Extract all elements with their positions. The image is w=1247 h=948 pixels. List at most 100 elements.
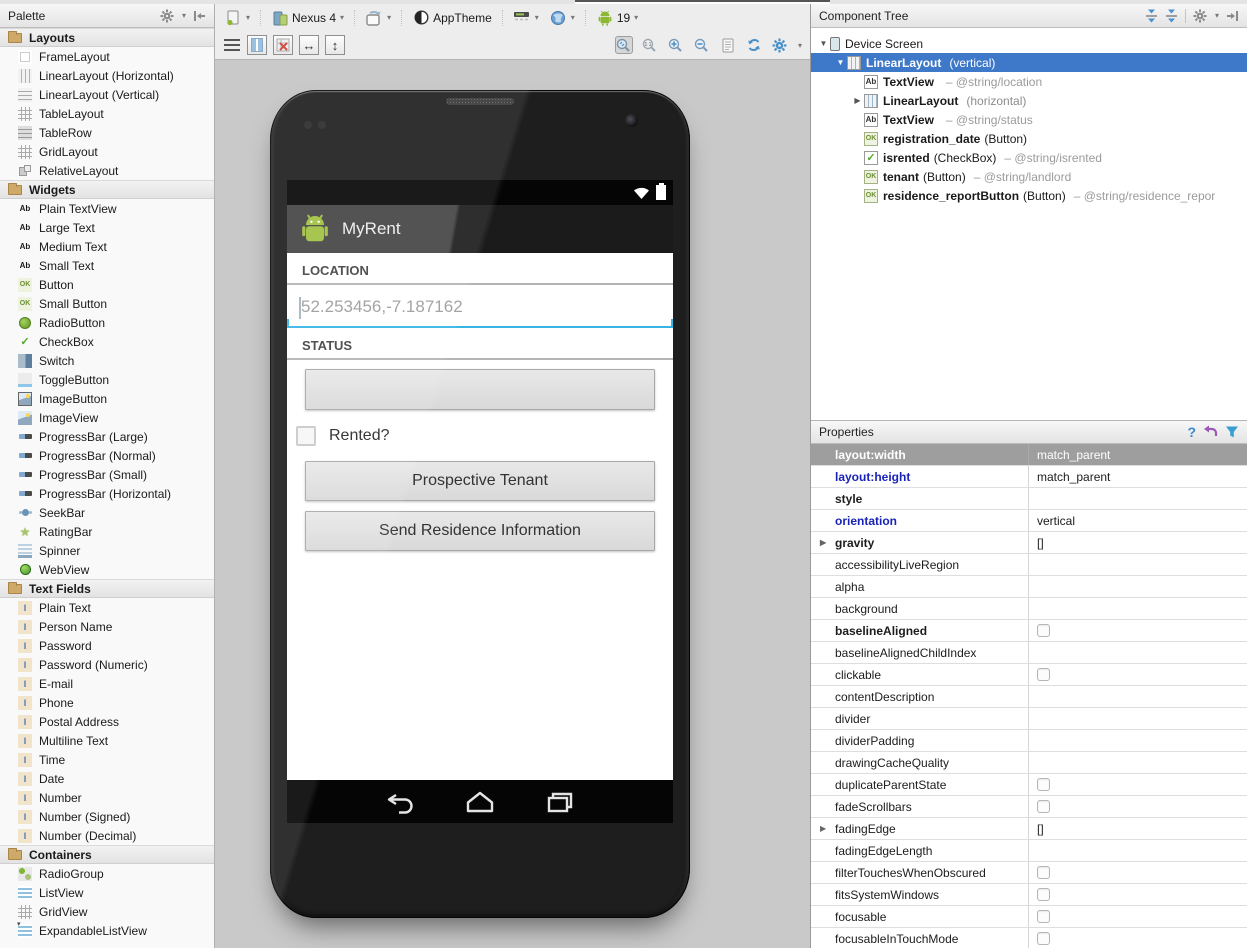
- palette-row[interactable]: Date: [0, 769, 214, 788]
- property-value[interactable]: match_parent: [1028, 466, 1247, 487]
- property-row[interactable]: ▶ fadeScrollbars: [811, 796, 1247, 818]
- tree-expander-icon[interactable]: ▼: [817, 39, 830, 48]
- palette-row[interactable]: ImageButton: [0, 389, 214, 408]
- component-tree-row[interactable]: tenant (Button) – @string/landlord: [811, 167, 1247, 186]
- palette-row[interactable]: RatingBar: [0, 522, 214, 541]
- palette-row[interactable]: ExpandableListView: [0, 920, 214, 940]
- property-value[interactable]: [1028, 642, 1247, 663]
- palette-row[interactable]: TableRow: [0, 123, 214, 142]
- location-input[interactable]: [287, 288, 673, 326]
- property-row[interactable]: ▶ background: [811, 598, 1247, 620]
- property-checkbox[interactable]: [1037, 800, 1050, 813]
- property-checkbox[interactable]: [1037, 932, 1050, 945]
- zoom-out-icon[interactable]: [693, 36, 711, 54]
- property-row[interactable]: ▶ layout:height match_parent: [811, 466, 1247, 488]
- back-icon[interactable]: [383, 790, 417, 814]
- palette-row[interactable]: Widgets: [0, 180, 214, 199]
- palette-row[interactable]: ListView: [0, 883, 214, 902]
- property-value[interactable]: [1028, 774, 1247, 795]
- rented-checkbox-row[interactable]: Rented?: [296, 424, 673, 448]
- property-row[interactable]: ▶ duplicateParentState: [811, 774, 1247, 796]
- palette-row[interactable]: GridView: [0, 902, 214, 921]
- collapse-all-icon[interactable]: [1165, 9, 1178, 23]
- palette-row[interactable]: CheckBox: [0, 332, 214, 351]
- palette-row[interactable]: RelativeLayout: [0, 161, 214, 180]
- palette-row[interactable]: Multiline Text: [0, 731, 214, 750]
- locale-button[interactable]: ▾: [546, 7, 578, 29]
- status-section-label[interactable]: STATUS: [287, 328, 673, 360]
- property-value[interactable]: [1028, 796, 1247, 817]
- zoom-actual-icon[interactable]: 1:1: [641, 36, 659, 54]
- palette-row[interactable]: ProgressBar (Horizontal): [0, 484, 214, 503]
- palette-row[interactable]: Number (Decimal): [0, 826, 214, 845]
- location-edittext[interactable]: [287, 288, 673, 328]
- filter-icon[interactable]: [1225, 425, 1239, 439]
- zoom-in-icon[interactable]: [667, 36, 685, 54]
- property-value[interactable]: [1028, 598, 1247, 619]
- property-row[interactable]: ▶ style: [811, 488, 1247, 510]
- property-row[interactable]: ▶ divider: [811, 708, 1247, 730]
- property-value[interactable]: [1028, 730, 1247, 751]
- location-section-label[interactable]: LOCATION: [287, 253, 673, 285]
- palette-row[interactable]: Person Name: [0, 617, 214, 636]
- component-tree-row[interactable]: ▼ Device Screen: [811, 34, 1247, 53]
- property-row[interactable]: ▶ fadingEdge []: [811, 818, 1247, 840]
- property-value[interactable]: [1028, 884, 1247, 905]
- property-value[interactable]: [1028, 840, 1247, 861]
- palette-row[interactable]: Medium Text: [0, 237, 214, 256]
- property-checkbox[interactable]: [1037, 866, 1050, 879]
- property-row[interactable]: ▶ accessibilityLiveRegion: [811, 554, 1247, 576]
- configuration-chooser-button[interactable]: ▾: [221, 7, 253, 29]
- palette-row[interactable]: Time: [0, 750, 214, 769]
- palette-row[interactable]: Large Text: [0, 218, 214, 237]
- palette-row[interactable]: ImageView: [0, 408, 214, 427]
- canvas-settings-gear-icon[interactable]: [771, 36, 789, 54]
- design-canvas[interactable]: MyRent LOCATION STATUS Rented? Pr: [215, 60, 810, 948]
- component-tree-row[interactable]: ▼ LinearLayout (vertical): [811, 53, 1247, 72]
- palette-row[interactable]: Small Text: [0, 256, 214, 275]
- theme-button[interactable]: AppTheme: [409, 7, 495, 29]
- home-icon[interactable]: [463, 790, 497, 814]
- property-value[interactable]: [1028, 906, 1247, 927]
- component-tree-row[interactable]: TextView – @string/location: [811, 72, 1247, 91]
- recents-icon[interactable]: [543, 790, 577, 814]
- property-value[interactable]: [1028, 752, 1247, 773]
- property-value[interactable]: []: [1028, 818, 1247, 839]
- send-residence-information-button[interactable]: Send Residence Information: [305, 511, 655, 551]
- palette-row[interactable]: RadioGroup: [0, 864, 214, 883]
- palette-row[interactable]: Plain TextView: [0, 199, 214, 218]
- palette-row[interactable]: TableLayout: [0, 104, 214, 123]
- property-expander-icon[interactable]: ▶: [820, 824, 826, 833]
- property-row[interactable]: ▶ alpha: [811, 576, 1247, 598]
- property-checkbox[interactable]: [1037, 910, 1050, 923]
- palette-row[interactable]: Switch: [0, 351, 214, 370]
- fit-width-icon[interactable]: ↔: [299, 35, 319, 55]
- tree-expander-icon[interactable]: ▶: [851, 96, 864, 105]
- component-tree-row[interactable]: ▶ LinearLayout (horizontal): [811, 91, 1247, 110]
- palette-row[interactable]: SeekBar: [0, 503, 214, 522]
- property-row[interactable]: ▶ focusable: [811, 906, 1247, 928]
- property-value[interactable]: [1028, 708, 1247, 729]
- property-value[interactable]: [1028, 686, 1247, 707]
- palette-row[interactable]: Postal Address: [0, 712, 214, 731]
- remove-preview-icon[interactable]: [273, 35, 293, 55]
- palette-row[interactable]: Small Button: [0, 294, 214, 313]
- palette-row[interactable]: Containers: [0, 845, 214, 864]
- refresh-icon[interactable]: [745, 36, 763, 54]
- palette-row[interactable]: Number (Signed): [0, 807, 214, 826]
- property-row[interactable]: ▶ contentDescription: [811, 686, 1247, 708]
- api-version-button[interactable]: 19 ▾: [593, 7, 641, 29]
- orientation-button[interactable]: ▾: [362, 7, 394, 29]
- property-value[interactable]: [1028, 928, 1247, 948]
- palette-row[interactable]: Button: [0, 275, 214, 294]
- property-value[interactable]: [1028, 862, 1247, 883]
- property-checkbox[interactable]: [1037, 888, 1050, 901]
- palette-row[interactable]: ProgressBar (Large): [0, 427, 214, 446]
- help-icon[interactable]: ?: [1187, 424, 1196, 440]
- registration-date-button[interactable]: [305, 369, 655, 410]
- fit-height-icon[interactable]: ↕: [325, 35, 345, 55]
- property-value[interactable]: match_parent: [1028, 444, 1247, 465]
- palette-row[interactable]: FrameLayout: [0, 47, 214, 66]
- dock-left-icon[interactable]: [193, 10, 206, 22]
- expand-all-icon[interactable]: [1145, 9, 1158, 23]
